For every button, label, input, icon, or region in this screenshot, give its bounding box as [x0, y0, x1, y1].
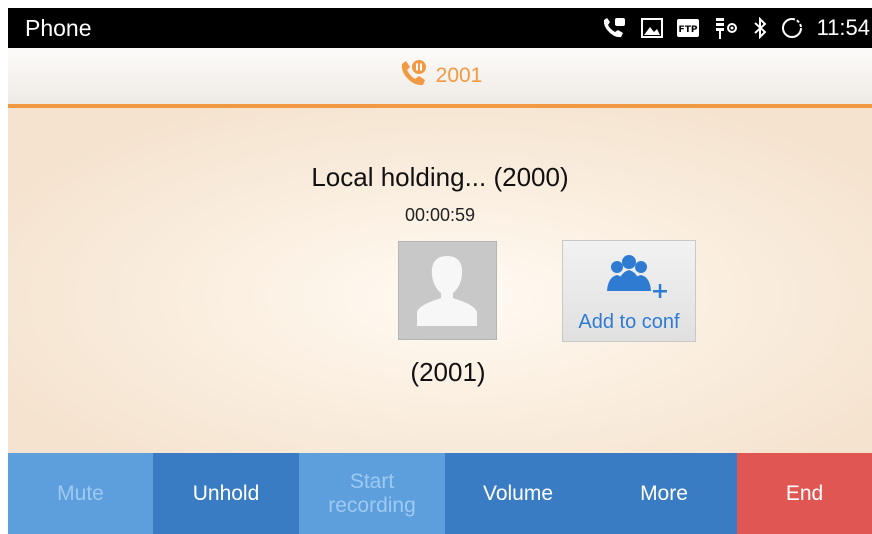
status-icons: FTP 11:54 [601, 8, 872, 48]
avatar [398, 241, 497, 340]
call-panel: Local holding... (2000) 00:00:59 (2001) … [8, 108, 872, 453]
call-toolbar: Mute Unhold Start recording Volume More … [8, 453, 872, 534]
ftp-icon: FTP [676, 19, 699, 37]
call-notification-icon [601, 17, 627, 39]
call-hold-icon [398, 59, 428, 94]
start-recording-label: Start recording [328, 469, 416, 517]
usb-debug-icon [713, 16, 739, 40]
sync-icon [781, 17, 803, 39]
volume-button[interactable]: Volume [445, 453, 591, 534]
unhold-button[interactable]: Unhold [153, 453, 299, 534]
bluetooth-icon [753, 17, 767, 39]
app-title: Phone [25, 15, 92, 41]
add-group-icon [607, 255, 667, 298]
add-to-conf-button[interactable]: Add to conf [562, 240, 696, 342]
add-to-conf-label: Add to conf [578, 311, 680, 333]
status-time: 11:54 [816, 15, 870, 40]
call-duration: 00:00:59 [404, 205, 476, 225]
call-number: 2001 [435, 64, 483, 87]
image-icon [640, 18, 663, 38]
start-recording-button[interactable]: Start recording [299, 453, 445, 534]
mute-button[interactable]: Mute [8, 453, 153, 534]
person-icon [417, 256, 477, 326]
end-call-button[interactable]: End [737, 453, 872, 534]
caller-number: (2001) [410, 357, 486, 387]
svg-text:FTP: FTP [678, 25, 697, 35]
more-button[interactable]: More [591, 453, 737, 534]
status-bar: Phone FTP 11:54 [8, 8, 872, 48]
phone-screen: Phone FTP 11:54 2001 Local holding... (2… [8, 8, 872, 534]
active-call-bar[interactable]: 2001 [8, 48, 872, 108]
call-status: Local holding... (2000) [311, 162, 569, 192]
